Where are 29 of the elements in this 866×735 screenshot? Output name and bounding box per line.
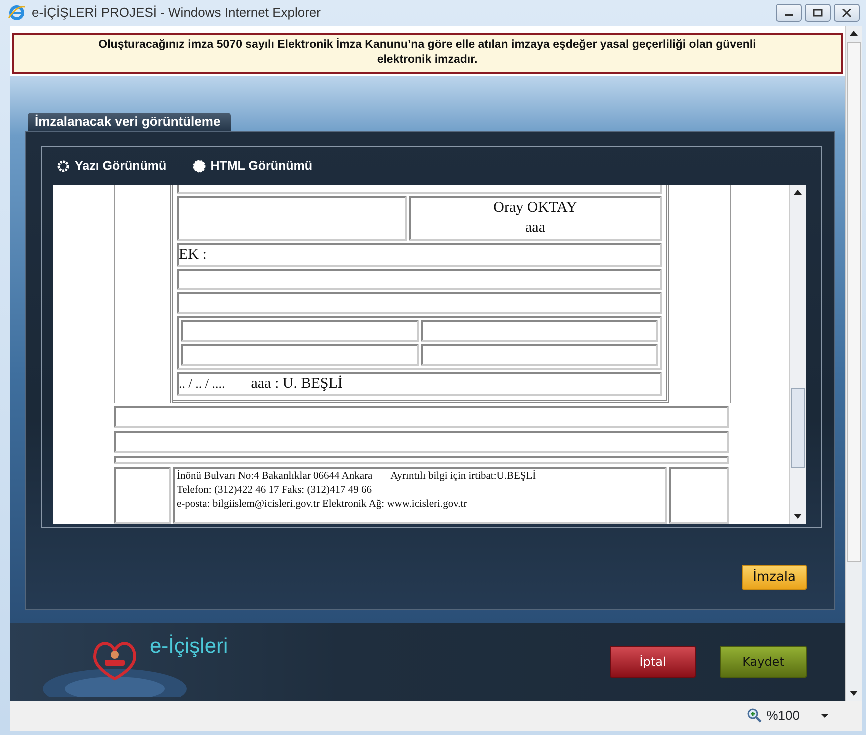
contact-text: Ayrıntılı bilgi için irtibat:U.BEŞLİ [390, 470, 536, 484]
close-icon [842, 9, 852, 18]
close-button[interactable] [834, 4, 860, 22]
maximize-button[interactable] [805, 4, 831, 22]
cancel-button[interactable]: İptal [610, 646, 696, 678]
approver-text: aaa : U. BEŞLİ [251, 374, 343, 394]
maximize-icon [813, 9, 823, 18]
notice-banner: Oluşturacağınız imza 5070 sayılı Elektronik İmza Kanunu’na göre elle atılan imzaya eşdeğer yasal geçerliliği olan güvenli elektronik imzadır. [12, 33, 843, 74]
table-cell: EK : [177, 242, 662, 267]
date-text: .. / .. / .... [179, 375, 226, 394]
phone-text: Telefon: (312)422 46 17 Faks: (312)417 49 66 [177, 484, 373, 498]
scrollbar[interactable] [845, 26, 862, 702]
scrollbar[interactable] [789, 185, 806, 524]
logo-text: e-İçişleri [150, 635, 228, 660]
sign-button[interactable]: İmzala [742, 565, 807, 590]
save-button[interactable]: Kaydet [720, 646, 807, 678]
radio-option[interactable]: HTML Görünümü [192, 159, 313, 174]
scrollbar-thumb[interactable] [791, 388, 805, 468]
window-title: e-İÇİŞLERİ PROJESİ - Windows Internet Explorer [32, 4, 321, 22]
zoom-icon [746, 708, 763, 724]
radio-option[interactable]: Yazı Görünümü [57, 159, 167, 174]
zoom-control[interactable]: %100 [746, 706, 832, 726]
email-text: e-posta: bilgiislem@icisleri.gov.tr Elektronik Ağ: www.icisleri.gov.tr [177, 498, 468, 512]
address-text: İnönü Bulvarı No:4 Bakanlıklar 06644 Ankara [177, 470, 373, 484]
signer-title: aaa [526, 218, 546, 238]
signer-name: Oray OKTAY [494, 198, 578, 218]
scrollbar-thumb[interactable] [847, 42, 861, 562]
browser-icon [8, 4, 26, 22]
minimize-button[interactable] [776, 4, 802, 22]
